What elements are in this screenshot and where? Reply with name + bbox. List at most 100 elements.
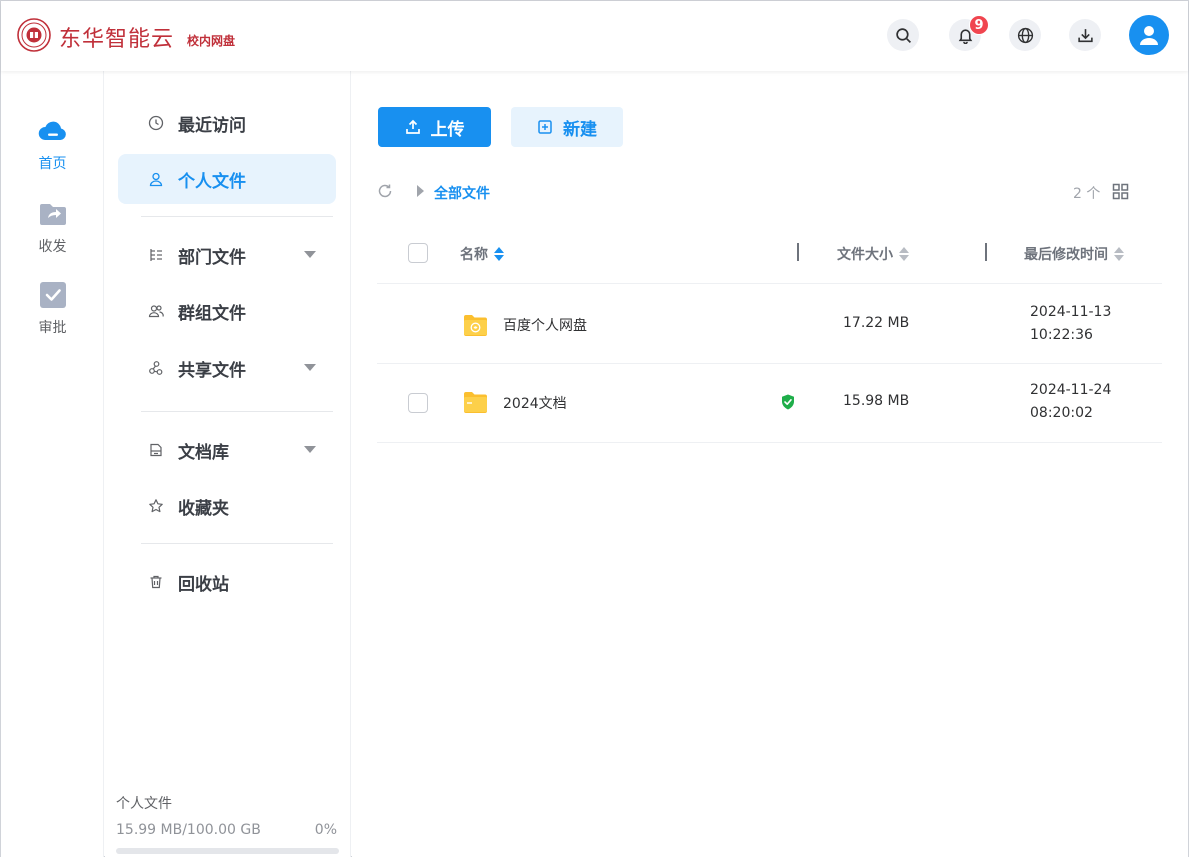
column-name-header[interactable]: 名称 <box>460 244 504 264</box>
sidebar-item-library[interactable]: 文档库 <box>118 425 336 475</box>
trash-icon <box>150 575 162 589</box>
sidebar-item-label: 最近访问 <box>178 115 246 136</box>
language-button[interactable] <box>1009 19 1041 51</box>
sidebar-item-department[interactable]: 部门文件 <box>118 230 336 280</box>
shield-check-icon <box>782 394 794 410</box>
new-label: 新建 <box>563 119 597 140</box>
sidebar-item-label: 共享文件 <box>178 360 246 381</box>
column-label: 文件大小 <box>837 247 893 263</box>
column-resizer[interactable] <box>985 243 987 261</box>
item-count: 2 个 <box>1073 186 1101 202</box>
column-resizer[interactable] <box>797 243 799 261</box>
table-header: 名称 文件大小 最后修改时间 <box>377 231 1162 284</box>
rail-label: 收发 <box>38 239 67 255</box>
sort-icon[interactable] <box>494 247 504 261</box>
university-seal-icon[interactable] <box>17 18 51 52</box>
column-label: 最后修改时间 <box>1024 247 1108 263</box>
sidebar-divider <box>141 216 333 217</box>
download-button[interactable] <box>1069 19 1101 51</box>
brand-name: 东华智能云 <box>59 27 175 52</box>
sidebar-item-personal[interactable]: 个人文件 <box>118 154 336 204</box>
sidebar-item-label: 部门文件 <box>178 247 246 268</box>
table-row[interactable]: 2024文档 15.98 MB 2024-11-24 08:20:02 <box>377 364 1162 443</box>
sidebar-item-recent[interactable]: 最近访问 <box>118 98 336 148</box>
file-name[interactable]: 2024文档 <box>503 393 567 413</box>
expand-caret-icon[interactable] <box>304 364 316 371</box>
clock-icon <box>148 115 164 131</box>
sidebar-item-label: 群组文件 <box>178 303 246 324</box>
search-icon <box>895 27 911 43</box>
rail-item-approval[interactable]: 审批 <box>1 279 104 337</box>
sidebar-item-label: 回收站 <box>178 574 229 595</box>
approval-check-icon <box>39 282 66 308</box>
file-size: 15.98 MB <box>843 393 910 409</box>
rail-item-home[interactable]: 首页 <box>1 115 104 173</box>
sidebar-item-label: 个人文件 <box>178 171 246 192</box>
sidebar-item-recycle-bin[interactable]: 回收站 <box>118 557 336 607</box>
file-name[interactable]: 百度个人网盘 <box>503 315 587 335</box>
quota-percent: 0% <box>314 822 337 838</box>
user-icon <box>1140 26 1158 45</box>
share-folder-icon <box>39 204 66 225</box>
file-modified: 2024-11-13 10:22:36 <box>1030 301 1111 347</box>
upload-icon <box>405 119 420 134</box>
sidebar-item-label: 收藏夹 <box>178 498 229 519</box>
sidebar-divider <box>141 543 333 544</box>
row-checkbox[interactable] <box>408 393 428 413</box>
app-window: 东华智能云 校内网盘 9 首页 收发 审批 最近访问 个人文件 部门文件 群组文… <box>0 0 1189 857</box>
quota-label: 个人文件 <box>116 796 172 812</box>
library-icon <box>150 443 162 457</box>
rail-label: 审批 <box>38 320 67 336</box>
sidebar-divider <box>141 411 333 412</box>
cloud-icon <box>38 121 66 140</box>
file-modified-date: 2024-11-13 <box>1030 304 1112 320</box>
person-icon <box>149 172 163 187</box>
sort-icon[interactable] <box>899 247 909 261</box>
grid-view-icon[interactable] <box>1112 183 1129 200</box>
notification-badge: 9 <box>969 15 989 35</box>
globe-icon <box>1017 27 1033 43</box>
rail-label: 首页 <box>38 156 67 172</box>
tree-icon <box>150 249 162 261</box>
star-icon <box>149 499 163 513</box>
sidebar-item-shared[interactable]: 共享文件 <box>118 343 336 393</box>
cloud-folder-icon <box>464 315 487 336</box>
quota-progress-bar <box>116 848 339 854</box>
column-label: 名称 <box>460 247 488 263</box>
table-row[interactable]: 百度个人网盘 17.22 MB 2024-11-13 10:22:36 <box>377 285 1162 364</box>
top-header: 东华智能云 校内网盘 9 <box>1 1 1188 71</box>
avatar[interactable] <box>1129 15 1169 55</box>
file-size: 17.22 MB <box>843 315 910 331</box>
file-modified: 2024-11-24 08:20:02 <box>1030 379 1111 425</box>
search-button[interactable] <box>887 19 919 51</box>
file-browser: 上传 新建 全部文件 2 个 名称 文件大小 最后修改时间 百度个人网盘 17.… <box>352 71 1188 857</box>
sidebar-item-group[interactable]: 群组文件 <box>118 286 336 336</box>
app-rail: 首页 收发 审批 <box>1 71 104 857</box>
file-modified-time: 08:20:02 <box>1030 405 1093 421</box>
file-sidebar: 最近访问 个人文件 部门文件 群组文件 共享文件 文档库 收藏夹 回收站 个人文… <box>105 71 351 857</box>
rail-item-send-receive[interactable]: 收发 <box>1 198 104 256</box>
sidebar-item-label: 文档库 <box>178 442 229 463</box>
file-modified-time: 10:22:36 <box>1030 327 1093 343</box>
upload-label: 上传 <box>430 119 465 140</box>
group-icon <box>148 305 164 318</box>
select-all-checkbox[interactable] <box>408 243 428 263</box>
refresh-icon[interactable] <box>377 183 393 199</box>
download-icon <box>1077 28 1093 42</box>
add-box-icon <box>538 120 552 134</box>
upload-button[interactable]: 上传 <box>378 107 491 147</box>
sort-icon[interactable] <box>1114 247 1124 261</box>
column-size-header[interactable]: 文件大小 <box>837 244 909 264</box>
expand-caret-icon[interactable] <box>304 251 316 258</box>
breadcrumb-root[interactable]: 全部文件 <box>434 183 490 203</box>
folder-icon <box>464 392 487 413</box>
new-button[interactable]: 新建 <box>511 107 623 147</box>
quota-usage: 15.99 MB/100.00 GB <box>116 822 261 838</box>
sidebar-item-favorites[interactable]: 收藏夹 <box>118 481 336 531</box>
share-icon <box>149 361 163 375</box>
breadcrumb-arrow-icon <box>417 185 424 197</box>
expand-caret-icon[interactable] <box>304 446 316 453</box>
file-modified-date: 2024-11-24 <box>1030 382 1112 398</box>
brand-subtitle: 校内网盘 <box>187 34 236 48</box>
column-modified-header[interactable]: 最后修改时间 <box>1024 244 1124 264</box>
